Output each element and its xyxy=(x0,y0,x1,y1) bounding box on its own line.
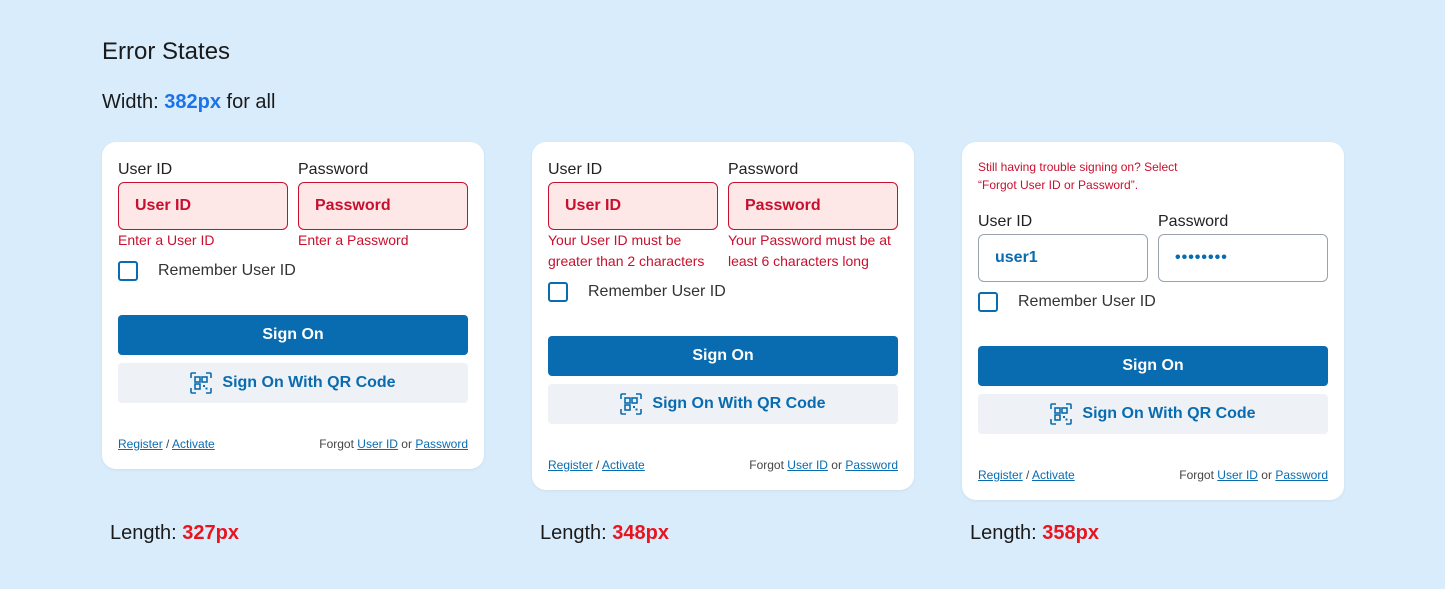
forgot-userid-link[interactable]: User ID xyxy=(1217,468,1258,482)
width-spec: Width: 382px for all xyxy=(102,91,275,114)
password-field[interactable]: Password xyxy=(728,182,898,230)
password-label: Password xyxy=(1158,213,1229,230)
width-suffix: for all xyxy=(220,91,276,113)
forgot-userid-link[interactable]: User ID xyxy=(357,437,398,451)
qr-sign-on-label: Sign On With QR Code xyxy=(1082,405,1256,422)
forgot-text: Forgot xyxy=(749,458,784,472)
forgot-password-link[interactable]: Password xyxy=(1275,468,1328,482)
length-label: Length: xyxy=(540,522,613,544)
qr-code-icon xyxy=(1050,403,1073,425)
separator: / xyxy=(1026,468,1030,482)
length-value: 348px xyxy=(612,522,670,544)
sign-on-card-trouble: Still having trouble signing on? Select … xyxy=(962,142,1344,500)
sign-on-card-empty-error: User ID Password User ID Password Enter … xyxy=(102,142,484,469)
length-value: 358px xyxy=(1042,522,1100,544)
length-spec-1: Length: 327px xyxy=(110,522,239,545)
userid-error: Your User ID must be greater than 2 char… xyxy=(548,232,705,269)
qr-sign-on-label: Sign On With QR Code xyxy=(222,374,396,391)
password-label: Password xyxy=(728,161,799,178)
sign-on-button[interactable]: Sign On xyxy=(548,336,898,376)
userid-label: User ID xyxy=(548,161,603,178)
remember-label: Remember User ID xyxy=(158,262,296,279)
userid-label: User ID xyxy=(978,213,1033,230)
password-error: Enter a Password xyxy=(298,232,409,248)
length-label: Length: xyxy=(110,522,183,544)
forgot-text: Forgot xyxy=(1179,468,1214,482)
password-label: Password xyxy=(298,161,369,178)
length-value: 327px xyxy=(182,522,240,544)
forgot-text: Forgot xyxy=(319,437,354,451)
separator: / xyxy=(166,437,170,451)
password-field[interactable]: Password xyxy=(298,182,468,230)
forgot-userid-link[interactable]: User ID xyxy=(787,458,828,472)
remember-checkbox[interactable] xyxy=(978,292,998,312)
or-text: or xyxy=(831,458,842,472)
activate-link[interactable]: Activate xyxy=(602,458,645,472)
userid-field[interactable]: User ID xyxy=(118,182,288,230)
trouble-message: Still having trouble signing on? Select … xyxy=(978,160,1178,192)
length-label: Length: xyxy=(970,522,1043,544)
forgot-password-link[interactable]: Password xyxy=(845,458,898,472)
activate-link[interactable]: Activate xyxy=(1032,468,1075,482)
remember-checkbox[interactable] xyxy=(548,282,568,302)
qr-sign-on-button[interactable]: Sign On With QR Code xyxy=(548,384,898,424)
userid-error: Enter a User ID xyxy=(118,232,215,248)
width-value: 382px xyxy=(164,91,221,113)
register-link[interactable]: Register xyxy=(978,468,1023,482)
sign-on-card-length-error: User ID Password User ID Password Your U… xyxy=(532,142,914,490)
remember-label: Remember User ID xyxy=(1018,293,1156,310)
userid-field[interactable]: User ID xyxy=(548,182,718,230)
page-title: Error States xyxy=(102,38,231,65)
qr-sign-on-button[interactable]: Sign On With QR Code xyxy=(978,394,1328,434)
width-label: Width: xyxy=(102,91,165,113)
remember-checkbox[interactable] xyxy=(118,261,138,281)
activate-link[interactable]: Activate xyxy=(172,437,215,451)
sign-on-button[interactable]: Sign On xyxy=(978,346,1328,386)
or-text: or xyxy=(401,437,412,451)
qr-sign-on-button[interactable]: Sign On With QR Code xyxy=(118,363,468,403)
qr-sign-on-label: Sign On With QR Code xyxy=(652,395,826,412)
qr-code-icon xyxy=(190,372,213,394)
userid-label: User ID xyxy=(118,161,173,178)
length-spec-3: Length: 358px xyxy=(970,522,1099,545)
separator: / xyxy=(596,458,600,472)
or-text: or xyxy=(1261,468,1272,482)
qr-code-icon xyxy=(620,393,643,415)
length-spec-2: Length: 348px xyxy=(540,522,669,545)
register-link[interactable]: Register xyxy=(548,458,593,472)
userid-field[interactable]: user1 xyxy=(978,234,1148,282)
password-error: Your Password must be at least 6 charact… xyxy=(728,232,891,269)
register-link[interactable]: Register xyxy=(118,437,163,451)
remember-label: Remember User ID xyxy=(588,283,726,300)
sign-on-button[interactable]: Sign On xyxy=(118,315,468,355)
forgot-password-link[interactable]: Password xyxy=(415,437,468,451)
password-field[interactable]: •••••••• xyxy=(1158,234,1328,282)
